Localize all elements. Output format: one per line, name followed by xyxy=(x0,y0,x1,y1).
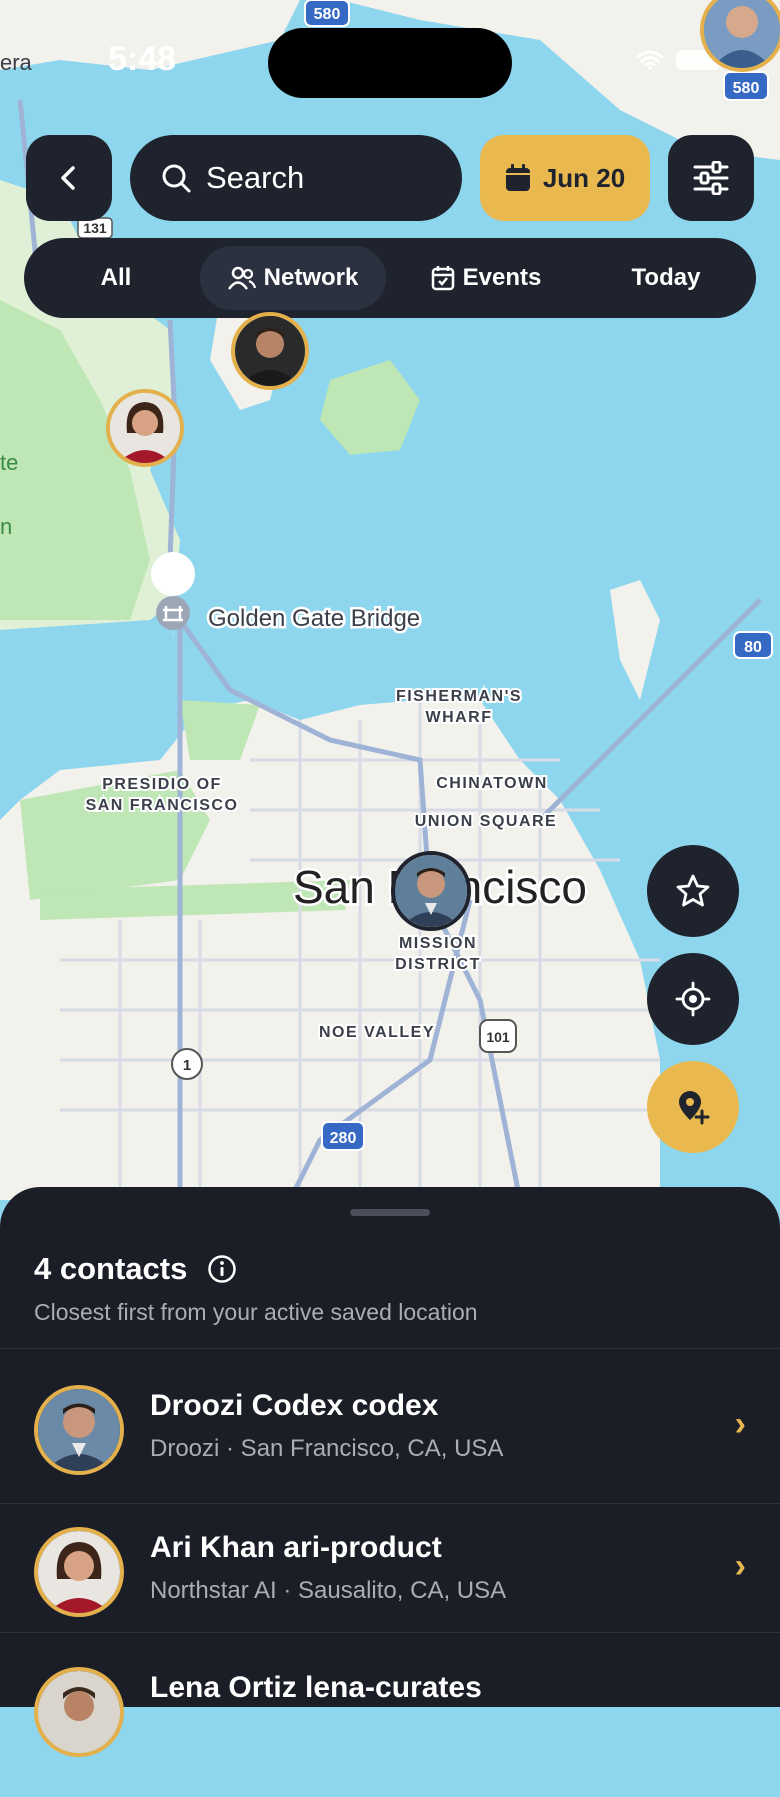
sheet-title: 4 contacts xyxy=(34,1251,237,1287)
tab-network-label: Network xyxy=(263,264,359,291)
contacts-sheet: 4 contacts Closest first from your activ… xyxy=(0,1187,780,1757)
calendar-icon xyxy=(505,164,530,191)
filter-button[interactable] xyxy=(668,135,754,221)
svg-text:131: 131 xyxy=(83,220,107,236)
te-label: te xyxy=(0,450,18,475)
noe-valley-label: NOE VALLEY xyxy=(319,1024,435,1041)
avatar xyxy=(34,1385,124,1475)
crosshair-icon xyxy=(675,981,711,1017)
chinatown-label: CHINATOWN xyxy=(436,775,548,792)
svg-text:280: 280 xyxy=(330,1130,357,1147)
contact-row[interactable]: Lena Ortiz lena-curates xyxy=(0,1657,780,1797)
svg-text:1: 1 xyxy=(183,1057,191,1074)
tab-all[interactable]: All xyxy=(32,246,200,310)
avatar xyxy=(34,1667,124,1757)
svg-text:580: 580 xyxy=(733,80,760,97)
dynamic-island xyxy=(268,28,512,98)
map-pin-plus-icon xyxy=(679,1091,710,1125)
wifi-icon xyxy=(636,50,664,70)
date-button[interactable]: Jun 20 xyxy=(480,135,650,221)
tab-today-label: Today xyxy=(631,264,701,291)
contact-name: Droozi Codex codex xyxy=(150,1389,439,1422)
calendar-check-icon xyxy=(431,266,454,291)
contacts-count: 4 contacts xyxy=(34,1251,188,1286)
search-label: Search xyxy=(206,160,305,195)
search-icon xyxy=(162,164,191,193)
status-time: 5:48 xyxy=(108,40,177,78)
contact-pin-droozi[interactable] xyxy=(391,851,471,931)
tab-network[interactable]: Network xyxy=(200,246,386,310)
add-location-button[interactable] xyxy=(647,1061,739,1153)
tab-events[interactable]: Events xyxy=(386,246,586,310)
contact-meta: Droozi · San Francisco, CA, USA xyxy=(150,1435,504,1462)
avatar xyxy=(34,1527,124,1617)
tab-events-label: Events xyxy=(462,264,542,291)
contact-name: Lena Ortiz lena-curates xyxy=(150,1671,482,1704)
locate-me-button[interactable] xyxy=(647,953,739,1045)
people-icon xyxy=(227,266,256,290)
chevron-left-icon xyxy=(61,166,75,190)
shield-580-top: 580 xyxy=(314,6,341,23)
tab-today[interactable]: Today xyxy=(586,246,746,310)
contact-row[interactable]: Droozi Codex codex Droozi · San Francisc… xyxy=(0,1375,780,1515)
contact-name: Ari Khan ari-product xyxy=(150,1531,442,1564)
back-button[interactable] xyxy=(26,135,112,221)
favorites-button[interactable] xyxy=(647,845,739,937)
sliders-icon xyxy=(693,161,729,195)
filter-tabs: All Network Events Today xyxy=(24,238,756,318)
chevron-right-icon: › xyxy=(734,1547,746,1585)
contact-pin-ari-khan[interactable] xyxy=(106,389,184,467)
contact-meta: Northstar AI · Sausalito, CA, USA xyxy=(150,1577,507,1604)
date-label: Jun 20 xyxy=(542,162,626,193)
contact-row[interactable]: Ari Khan ari-product Northstar AI · Saus… xyxy=(0,1517,780,1657)
contact-pin-man[interactable] xyxy=(231,312,309,390)
divider xyxy=(0,1632,780,1633)
tab-all-label: All xyxy=(100,264,132,291)
divider xyxy=(0,1503,780,1504)
sheet-subtitle: Closest first from your active saved loc… xyxy=(34,1299,478,1325)
sheet-handle[interactable] xyxy=(350,1209,430,1216)
search-bar[interactable]: Search xyxy=(130,135,462,221)
svg-text:80: 80 xyxy=(744,639,762,656)
star-icon xyxy=(676,874,710,907)
chevron-right-icon: › xyxy=(734,1405,746,1443)
svg-text:101: 101 xyxy=(486,1029,510,1045)
era-label: era xyxy=(0,50,33,75)
union-square-label: UNION SQUARE xyxy=(415,813,557,830)
info-icon[interactable] xyxy=(207,1254,237,1284)
golden-gate-label: Golden Gate Bridge xyxy=(208,605,420,632)
divider xyxy=(0,1348,780,1349)
n-label: n xyxy=(0,514,12,539)
